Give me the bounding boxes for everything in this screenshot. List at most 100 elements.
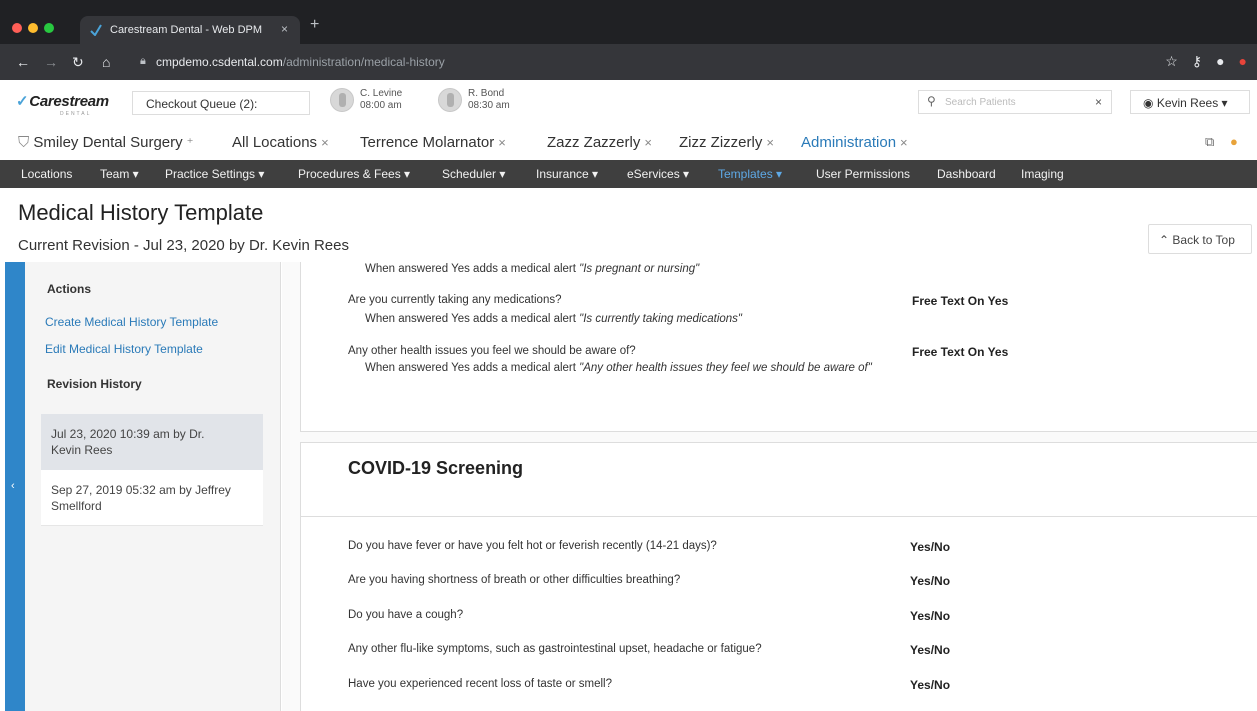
menu-locations[interactable]: Locations <box>21 167 72 181</box>
user-icon: ◉ <box>1143 96 1154 110</box>
appointment-name: C. Levine <box>360 88 403 99</box>
answer-type: Yes/No <box>910 643 951 657</box>
key-icon[interactable]: ⚷ <box>1192 53 1202 70</box>
question-text: Any other health issues you feel we shou… <box>348 345 636 357</box>
menu-scheduler[interactable]: Scheduler ▾ <box>442 167 505 181</box>
revision-history-heading: Revision History <box>47 377 142 391</box>
menu-team[interactable]: Team ▾ <box>100 167 139 181</box>
close-icon[interactable]: × <box>766 135 774 150</box>
close-tab-icon[interactable]: × <box>281 22 288 36</box>
revision-line: Kevin Rees <box>51 443 113 457</box>
revision-item[interactable]: Sep 27, 2019 05:32 am by Jeffrey Smellfo… <box>41 470 263 526</box>
sidebar: Actions Create Medical History Template … <box>25 262 281 711</box>
revision-line: Jul 23, 2020 10:39 am by Dr. <box>51 427 205 441</box>
carestream-favicon-icon <box>90 24 102 36</box>
checkout-queue[interactable]: Checkout Queue (2): <box>132 91 310 115</box>
back-arrow-icon[interactable]: ← <box>16 54 30 70</box>
appointment-name: R. Bond <box>468 88 505 99</box>
question-text: Are you currently taking any medications… <box>348 294 562 306</box>
appointment-time: 08:00 am <box>360 100 402 111</box>
answer-type: Free Text On Yes <box>912 345 1009 359</box>
menu-practice-settings[interactable]: Practice Settings ▾ <box>165 167 264 181</box>
minimize-window-button[interactable] <box>28 23 38 33</box>
close-icon[interactable]: × <box>321 135 329 150</box>
menu-user-permissions[interactable]: User Permissions <box>816 167 910 181</box>
patient-avatar-icon <box>330 88 354 112</box>
close-window-button[interactable] <box>12 23 22 33</box>
create-template-link[interactable]: Create Medical History Template <box>45 315 218 329</box>
menu-insurance[interactable]: Insurance ▾ <box>536 167 598 181</box>
browser-tab[interactable]: Carestream Dental - Web DPM × <box>80 16 300 44</box>
chevron-left-icon[interactable]: ‹ <box>11 480 15 492</box>
section-title: COVID-19 Screening <box>348 458 524 478</box>
tab-administration[interactable]: Administration × <box>801 134 908 151</box>
home-icon[interactable]: ⌂ <box>102 54 110 70</box>
reload-icon[interactable]: ↻ <box>72 54 84 71</box>
workspace-tabs: ⛉ Smiley Dental Surgery ⁺ All Locations × … <box>0 126 1257 158</box>
menu-templates[interactable]: Templates ▾ <box>718 167 782 181</box>
user-menu[interactable]: ◉ Kevin Rees ▾ <box>1130 90 1250 114</box>
extension-icon[interactable]: ● <box>1239 53 1247 70</box>
maximize-window-button[interactable] <box>44 23 54 33</box>
medical-alert-note: When answered Yes adds a medical alert "… <box>365 362 872 374</box>
sidebar-collapse-strip[interactable]: ‹ <box>5 262 25 711</box>
question-text: Are you having shortness of breath or ot… <box>348 574 681 586</box>
actions-heading: Actions <box>47 282 92 296</box>
search-placeholder: Search Patients <box>945 97 1016 108</box>
url-path: /administration/medical-history <box>282 55 445 69</box>
answer-type: Yes/No <box>910 678 951 692</box>
new-tab-button[interactable]: + <box>310 16 319 34</box>
browser-tab-strip: Carestream Dental - Web DPM × + <box>0 0 1257 44</box>
revision-line: Smellford <box>51 499 102 513</box>
menu-eservices[interactable]: eServices ▾ <box>627 167 689 181</box>
address-bar-row: ← → ↻ ⌂ 🔒︎ cmpdemo.csdental.com/administ… <box>0 44 1257 80</box>
close-icon[interactable]: × <box>498 135 506 150</box>
page-title: Medical History Template <box>18 200 264 225</box>
user-name: Kevin Rees <box>1156 96 1219 110</box>
revision-line: Sep 27, 2019 05:32 am by Jeffrey <box>51 483 231 497</box>
shield-icon: ⛉ <box>18 134 34 151</box>
search-icon: ⚲ <box>927 94 936 108</box>
tab-zizz-zizzerly[interactable]: Zizz Zizzerly × <box>679 134 774 151</box>
pin-icon[interactable]: ⁺ <box>187 135 194 150</box>
appointment-time: 08:30 am <box>468 100 510 111</box>
question-text: Have you experienced recent loss of tast… <box>348 678 612 690</box>
question-text: Do you have fever or have you felt hot o… <box>348 540 717 552</box>
patient-avatar-icon <box>438 88 462 112</box>
menu-imaging[interactable]: Imaging <box>1021 167 1064 181</box>
url-field[interactable]: 🔒︎ cmpdemo.csdental.com/administration/m… <box>140 51 1100 73</box>
notification-icon[interactable]: ● <box>1230 134 1238 149</box>
profile-icon[interactable]: ● <box>1216 53 1224 70</box>
clear-search-icon[interactable]: × <box>1095 95 1102 109</box>
chevron-up-icon: ⌃ <box>1159 233 1173 247</box>
menu-procedures-fees[interactable]: Procedures & Fees ▾ <box>298 167 410 181</box>
logo-check-icon: ✓ <box>16 93 29 110</box>
answer-type: Free Text On Yes <box>912 294 1009 308</box>
close-icon[interactable]: × <box>900 135 908 150</box>
carestream-logo[interactable]: ✓Carestream <box>16 92 109 110</box>
menu-dashboard[interactable]: Dashboard <box>937 167 996 181</box>
admin-menu-bar: Locations Team ▾ Practice Settings ▾ Pro… <box>0 160 1257 188</box>
forward-arrow-icon[interactable]: → <box>44 54 58 70</box>
windows-icon[interactable]: ⧉ <box>1205 134 1214 150</box>
url-host: cmpdemo.csdental.com <box>156 55 283 69</box>
lock-icon: 🔒︎ <box>140 55 146 67</box>
edit-template-link[interactable]: Edit Medical History Template <box>45 342 203 356</box>
appointment-chip[interactable]: C. Levine 08:00 am <box>330 88 430 116</box>
medical-alert-note: When answered Yes adds a medical alert "… <box>365 313 742 325</box>
browser-tab-title: Carestream Dental - Web DPM <box>110 24 263 36</box>
browser-toolbar-icons: ☆ ⚷ ● ● <box>1165 53 1247 70</box>
tab-terrence-molarnator[interactable]: Terrence Molarnator × <box>360 134 506 151</box>
answer-type: Yes/No <box>910 540 951 554</box>
question-text: Do you have a cough? <box>348 609 464 621</box>
back-to-top-button[interactable]: ⌃ Back to Top <box>1148 224 1252 254</box>
tab-zazz-zazzerly[interactable]: Zazz Zazzerly × <box>547 134 652 151</box>
star-icon[interactable]: ☆ <box>1165 53 1178 70</box>
patient-search-input[interactable]: ⚲ Search Patients × <box>918 90 1112 114</box>
revision-item-current[interactable]: Jul 23, 2020 10:39 am by Dr. Kevin Rees <box>41 414 263 470</box>
tab-smiley-dental-surgery[interactable]: ⛉ Smiley Dental Surgery ⁺ <box>18 134 194 151</box>
logo-subtitle: DENTAL <box>60 111 92 117</box>
close-icon[interactable]: × <box>644 135 652 150</box>
appointment-chip[interactable]: R. Bond 08:30 am <box>438 88 538 116</box>
tab-all-locations[interactable]: All Locations × <box>232 134 329 151</box>
